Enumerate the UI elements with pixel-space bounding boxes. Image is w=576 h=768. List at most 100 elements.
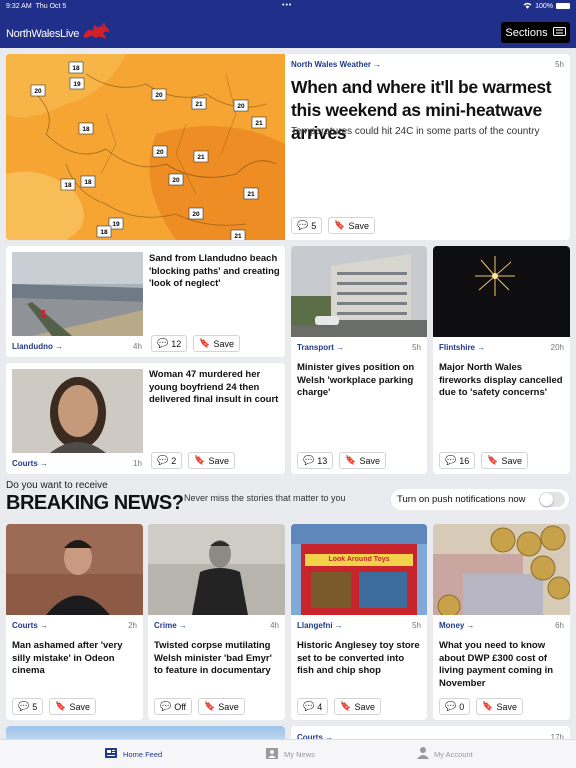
- comments-button[interactable]: 💬 12: [151, 335, 188, 352]
- comments-button[interactable]: 💬 4: [297, 698, 329, 715]
- headline[interactable]: Historic Anglesey toy store set to be co…: [297, 640, 423, 678]
- comment-icon: 💬: [18, 701, 30, 711]
- lead-standfirst: Temperatures could hit 24C in some parts…: [291, 126, 540, 137]
- category-link[interactable]: Transport →: [297, 343, 344, 352]
- sections-label: Sections: [505, 26, 548, 39]
- comment-icon: 💬: [160, 701, 172, 711]
- newspaper-icon: [104, 746, 118, 762]
- lead-story-card[interactable]: 18 20 19 18 20 21 20 21 18 18 20 21 19 20 18 20 21 21 Nor…: [6, 54, 570, 240]
- category-link[interactable]: Courts →: [12, 459, 48, 468]
- headline[interactable]: Twisted corpse mutilating Welsh minister…: [154, 640, 281, 678]
- push-notifications-box[interactable]: Turn on push notifications now: [391, 489, 569, 510]
- bookmark-icon: 🔖: [199, 338, 211, 348]
- comments-button[interactable]: 💬 2: [151, 452, 183, 469]
- svg-text:20: 20: [192, 211, 200, 218]
- story-card-courts[interactable]: Woman 47 murdered her young boyfriend 24…: [6, 363, 285, 474]
- bookmark-icon: 🔖: [482, 701, 494, 711]
- svg-text:18: 18: [84, 179, 92, 186]
- comments-button[interactable]: 💬 13: [297, 452, 334, 469]
- tab-my-account[interactable]: My Account: [417, 746, 473, 762]
- map-temperature-badge: 20: [188, 207, 204, 220]
- save-button[interactable]: 🔖 Save: [339, 452, 386, 469]
- save-button[interactable]: 🔖 Save: [328, 217, 375, 234]
- save-button[interactable]: 🔖 Save: [198, 698, 245, 715]
- story-card-flintshire[interactable]: Flintshire → 20h Major North Wales firewo…: [433, 246, 570, 474]
- comments-button[interactable]: 💬 0: [439, 698, 471, 715]
- headline[interactable]: What you need to know about DWP £300 cos…: [439, 640, 566, 690]
- story-card-courts-2[interactable]: Courts → 2h Man ashamed after 'very silly…: [6, 524, 143, 720]
- timestamp: 5h: [412, 621, 421, 630]
- comments-button[interactable]: 💬 5: [12, 698, 44, 715]
- comments-button[interactable]: 💬 5: [291, 217, 323, 234]
- tab-label: My Account: [434, 749, 473, 759]
- save-button[interactable]: 🔖 Save: [193, 335, 240, 352]
- comments-button[interactable]: 💬 Off: [154, 698, 193, 715]
- save-button[interactable]: 🔖 Save: [49, 698, 96, 715]
- map-temperature-badge: 20: [151, 88, 167, 101]
- comment-icon: 💬: [303, 455, 315, 465]
- save-button[interactable]: 🔖 Save: [188, 452, 235, 469]
- category-link[interactable]: Llangefni →: [297, 621, 343, 630]
- story-card-llangefni[interactable]: Look Around Toys Llangefni → 5h Historic …: [291, 524, 427, 720]
- arrow-right-icon: →: [39, 621, 48, 630]
- svg-text:18: 18: [72, 65, 80, 72]
- headline[interactable]: Woman 47 murdered her young boyfriend 24…: [149, 369, 283, 407]
- category-link[interactable]: Flintshire →: [439, 343, 485, 352]
- sections-button[interactable]: Sections: [501, 22, 570, 43]
- map-temperature-badge: 21: [251, 116, 267, 129]
- story-actions: 💬 5 🔖 Save: [12, 698, 96, 715]
- svg-text:20: 20: [172, 177, 180, 184]
- category-link[interactable]: Courts →: [12, 621, 48, 630]
- lead-category-link[interactable]: North Wales Weather →: [291, 60, 381, 69]
- map-temperature-badge: 20: [30, 84, 46, 97]
- save-button[interactable]: 🔖 Save: [481, 452, 528, 469]
- story-card-crime[interactable]: Crime → 4h Twisted corpse mutilating Wels…: [148, 524, 285, 720]
- headline[interactable]: Major North Wales fireworks display canc…: [439, 362, 566, 400]
- bookmark-icon: 🔖: [334, 220, 346, 230]
- svg-text:21: 21: [247, 191, 255, 198]
- timestamp: 4h: [133, 342, 142, 351]
- category-link[interactable]: Money →: [439, 621, 474, 630]
- map-temperature-badge: 21: [193, 150, 209, 163]
- tab-home-feed[interactable]: Home Feed: [104, 746, 162, 762]
- wifi-icon: [523, 2, 532, 11]
- headline[interactable]: Man ashamed after 'very silly mistake' i…: [12, 640, 139, 678]
- story-card-llandudno[interactable]: Sand from Llandudno beach 'blocking path…: [6, 246, 285, 357]
- status-right: 100%: [523, 2, 570, 11]
- breaking-title: BREAKING NEWS?: [6, 492, 184, 514]
- toy-store-photo: Look Around Toys: [291, 524, 427, 615]
- category-link[interactable]: Crime →: [154, 621, 187, 630]
- tab-my-news[interactable]: My News: [265, 746, 315, 762]
- bookmark-icon: 🔖: [345, 455, 357, 465]
- comment-icon: 💬: [303, 701, 315, 711]
- arrow-right-icon: →: [178, 621, 187, 630]
- timestamp: 4h: [270, 621, 279, 630]
- map-temperature-badge: 18: [68, 61, 84, 74]
- comment-icon: 💬: [157, 455, 169, 465]
- headline[interactable]: Minister gives position on Welsh 'workpl…: [297, 362, 423, 400]
- push-label: Turn on push notifications now: [397, 494, 526, 505]
- fireworks-photo: [433, 246, 570, 337]
- story-actions: 💬 13 🔖 Save: [297, 452, 386, 469]
- svg-text:18: 18: [100, 229, 108, 236]
- svg-text:21: 21: [234, 233, 242, 240]
- bookmark-icon: 🔖: [340, 701, 352, 711]
- story-card-money[interactable]: Money → 6h What you need to know about DW…: [433, 524, 570, 720]
- story-card-transport[interactable]: Transport → 5h Minister gives position on…: [291, 246, 427, 474]
- timestamp: 6h: [555, 621, 564, 630]
- timestamp: 1h: [133, 459, 142, 468]
- map-temperature-badge: 18: [80, 175, 96, 188]
- arrow-right-icon: →: [54, 342, 63, 351]
- arrow-right-icon: →: [334, 621, 343, 630]
- story-actions: 💬 4 🔖 Save: [297, 698, 381, 715]
- category-link[interactable]: Llandudno →: [12, 342, 63, 351]
- multitask-dots-icon: •••: [282, 2, 293, 9]
- comments-button[interactable]: 💬 16: [439, 452, 476, 469]
- headline[interactable]: Sand from Llandudno beach 'blocking path…: [149, 253, 281, 291]
- arrow-right-icon: →: [335, 343, 344, 352]
- timestamp: 5h: [412, 343, 421, 352]
- save-button[interactable]: 🔖 Save: [334, 698, 381, 715]
- save-button[interactable]: 🔖 Save: [476, 698, 523, 715]
- site-logo[interactable]: NorthWalesLive: [6, 22, 111, 44]
- push-notifications-toggle[interactable]: [539, 492, 565, 507]
